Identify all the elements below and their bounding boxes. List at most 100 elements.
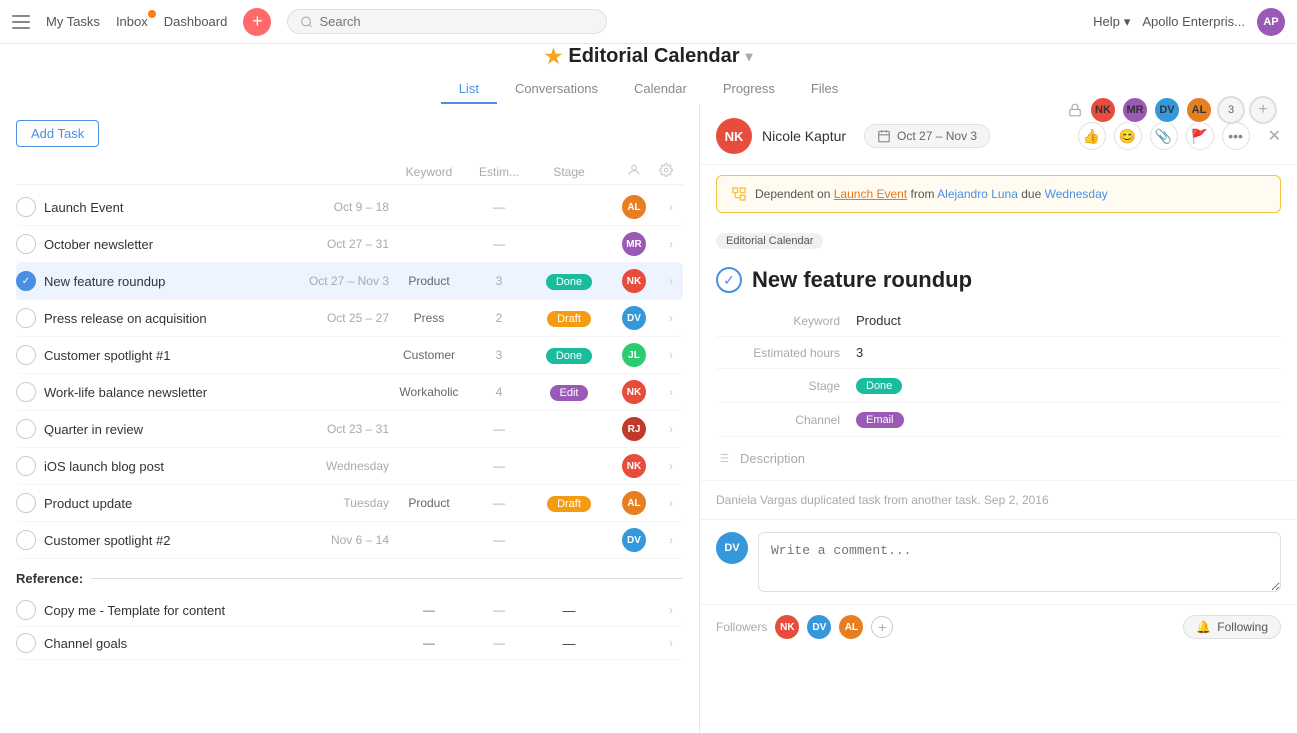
detail-task-title: ✓ New feature roundup bbox=[700, 259, 1297, 305]
detail-actions: 👍 😊 📎 🚩 ••• bbox=[1078, 122, 1250, 150]
search-bar[interactable] bbox=[287, 9, 607, 34]
project-tag[interactable]: Editorial Calendar bbox=[716, 233, 823, 249]
calendar-icon bbox=[877, 129, 891, 143]
dependency-due-date: Wednesday bbox=[1045, 187, 1108, 201]
task-check[interactable] bbox=[16, 345, 36, 365]
member-avatar-4[interactable]: AL bbox=[1185, 96, 1213, 124]
tab-files[interactable]: Files bbox=[793, 75, 856, 104]
detail-task-check[interactable]: ✓ bbox=[716, 267, 742, 293]
task-table-header: Keyword Estim... Stage bbox=[16, 159, 683, 185]
tab-list[interactable]: List bbox=[441, 75, 497, 104]
follower-avatar-3[interactable]: AL bbox=[839, 615, 863, 639]
member-avatar-3[interactable]: DV bbox=[1153, 96, 1181, 124]
task-row[interactable]: Work-life balance newsletter Workaholic … bbox=[16, 374, 683, 411]
tab-progress[interactable]: Progress bbox=[705, 75, 793, 104]
attach-button[interactable]: 📎 bbox=[1150, 122, 1178, 150]
chevron-icon[interactable]: ▾ bbox=[746, 48, 753, 65]
add-button[interactable]: + bbox=[243, 8, 271, 36]
settings-icon[interactable] bbox=[659, 163, 673, 177]
user-avatar[interactable]: AP bbox=[1257, 8, 1285, 36]
task-row[interactable]: iOS launch blog post Wednesday — NK › bbox=[16, 448, 683, 485]
field-row-estimated: Estimated hours 3 bbox=[716, 337, 1281, 369]
task-check[interactable] bbox=[16, 308, 36, 328]
comment-input[interactable] bbox=[758, 532, 1281, 592]
task-check[interactable] bbox=[16, 197, 36, 217]
description-icon bbox=[716, 451, 730, 465]
member-avatar-2[interactable]: MR bbox=[1121, 96, 1149, 124]
followers-row: Followers NK DV AL + 🔔 Following bbox=[700, 604, 1297, 649]
task-row-reference[interactable]: Channel goals — — — › bbox=[16, 627, 683, 660]
task-check[interactable] bbox=[16, 382, 36, 402]
add-task-button[interactable]: Add Task bbox=[16, 120, 99, 147]
project-title: ★ Editorial Calendar ▾ bbox=[0, 44, 1297, 69]
detail-user-avatar: NK bbox=[716, 118, 752, 154]
task-list-panel: Add Task Keyword Estim... Stage Launch E… bbox=[0, 104, 700, 733]
emoji-button[interactable]: 😊 bbox=[1114, 122, 1142, 150]
privacy-icon bbox=[1065, 100, 1085, 120]
nav-left: My Tasks Inbox Dashboard + bbox=[46, 8, 271, 36]
task-check[interactable] bbox=[16, 530, 36, 550]
my-tasks-link[interactable]: My Tasks bbox=[46, 14, 100, 29]
enterprise-label[interactable]: Apollo Enterpris... bbox=[1142, 14, 1245, 29]
add-member-button[interactable]: + bbox=[1249, 96, 1277, 124]
member-count[interactable]: 3 bbox=[1217, 96, 1245, 124]
project-header: ★ Editorial Calendar ▾ List Conversation… bbox=[0, 44, 1297, 104]
field-row-channel: Channel Email bbox=[716, 403, 1281, 437]
nav-right: Help ▾ Apollo Enterpris... AP bbox=[1093, 8, 1285, 36]
help-button[interactable]: Help ▾ bbox=[1093, 14, 1130, 30]
detail-title-text: New feature roundup bbox=[752, 267, 972, 293]
detail-panel: NK Nicole Kaptur Oct 27 – Nov 3 👍 😊 📎 🚩 … bbox=[700, 104, 1297, 733]
task-check[interactable] bbox=[16, 493, 36, 513]
following-button[interactable]: 🔔 Following bbox=[1183, 615, 1281, 639]
reference-section-header: Reference: bbox=[16, 559, 683, 594]
more-button[interactable]: ••• bbox=[1222, 122, 1250, 150]
close-button[interactable]: ✕ bbox=[1268, 126, 1281, 146]
inbox-link[interactable]: Inbox bbox=[116, 14, 148, 29]
tab-calendar[interactable]: Calendar bbox=[616, 75, 705, 104]
detail-description[interactable]: Description bbox=[700, 437, 1297, 481]
task-row[interactable]: Press release on acquisition Oct 25 – 27… bbox=[16, 300, 683, 337]
assignee-icon bbox=[627, 163, 641, 177]
comment-user-avatar: DV bbox=[716, 532, 748, 564]
follower-avatar-1[interactable]: NK bbox=[775, 615, 799, 639]
member-avatar-1[interactable]: NK bbox=[1089, 96, 1117, 124]
task-row[interactable]: Launch Event Oct 9 – 18 — AL › bbox=[16, 189, 683, 226]
task-row-reference[interactable]: Copy me - Template for content — — — › bbox=[16, 594, 683, 627]
dependency-task-link[interactable]: Launch Event bbox=[834, 187, 907, 201]
dependency-person: Alejandro Luna bbox=[937, 187, 1018, 201]
top-nav: My Tasks Inbox Dashboard + Help ▾ Apollo… bbox=[0, 0, 1297, 44]
hamburger-menu[interactable] bbox=[12, 15, 30, 29]
task-row[interactable]: Product update Tuesday Product — Draft A… bbox=[16, 485, 683, 522]
detail-date-range[interactable]: Oct 27 – Nov 3 bbox=[864, 124, 990, 148]
task-row[interactable]: Quarter in review Oct 23 – 31 — RJ › bbox=[16, 411, 683, 448]
task-row[interactable]: October newsletter Oct 27 – 31 — MR › bbox=[16, 226, 683, 263]
comment-area: DV bbox=[700, 519, 1297, 604]
section-divider bbox=[91, 578, 683, 579]
add-follower-button[interactable]: + bbox=[871, 616, 893, 638]
star-icon: ★ bbox=[544, 44, 562, 69]
detail-user-name: Nicole Kaptur bbox=[762, 128, 846, 144]
detail-fields: Keyword Product Estimated hours 3 Stage … bbox=[700, 305, 1297, 437]
thumbs-up-button[interactable]: 👍 bbox=[1078, 122, 1106, 150]
task-row-selected[interactable]: New feature roundup Oct 27 – Nov 3 Produ… bbox=[16, 263, 683, 300]
task-check[interactable] bbox=[16, 456, 36, 476]
members-row: NK MR DV AL 3 + bbox=[1065, 96, 1277, 124]
task-check[interactable] bbox=[16, 419, 36, 439]
follower-avatar-2[interactable]: DV bbox=[807, 615, 831, 639]
task-check-checked[interactable] bbox=[16, 271, 36, 291]
dependency-banner: Dependent on Launch Event from Alejandro… bbox=[716, 175, 1281, 213]
field-row-keyword: Keyword Product bbox=[716, 305, 1281, 337]
task-check[interactable] bbox=[16, 633, 36, 653]
search-icon bbox=[300, 15, 313, 29]
dashboard-link[interactable]: Dashboard bbox=[164, 14, 228, 29]
tab-conversations[interactable]: Conversations bbox=[497, 75, 616, 104]
activity-log: Daniela Vargas duplicated task from anot… bbox=[700, 481, 1297, 519]
task-check[interactable] bbox=[16, 234, 36, 254]
search-input[interactable] bbox=[319, 14, 594, 29]
flag-button[interactable]: 🚩 bbox=[1186, 122, 1214, 150]
task-check[interactable] bbox=[16, 600, 36, 620]
field-row-stage: Stage Done bbox=[716, 369, 1281, 403]
main-content: Add Task Keyword Estim... Stage Launch E… bbox=[0, 104, 1297, 733]
task-row[interactable]: Customer spotlight #2 Nov 6 – 14 — DV › bbox=[16, 522, 683, 559]
task-row[interactable]: Customer spotlight #1 Customer 3 Done JL… bbox=[16, 337, 683, 374]
